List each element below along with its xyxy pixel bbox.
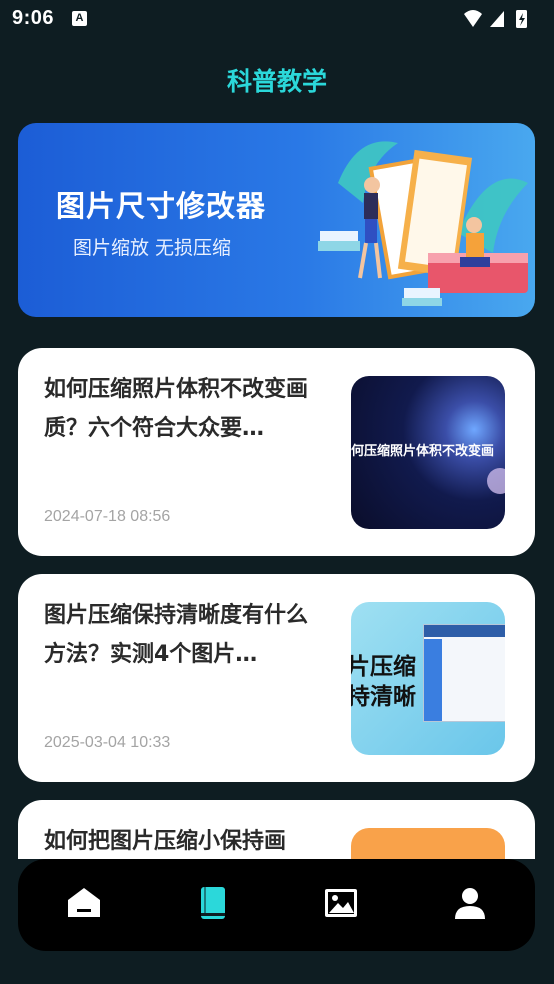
- promo-banner[interactable]: 图片尺寸修改器 图片缩放 无损压缩: [18, 123, 535, 317]
- app-screenshot-graphic: [423, 624, 505, 722]
- status-icons: [462, 8, 532, 30]
- nav-image[interactable]: [321, 883, 361, 923]
- article-thumbnail: [351, 828, 505, 859]
- banner-title: 图片尺寸修改器: [56, 189, 267, 223]
- article-title: 如何把图片压缩小保持画: [44, 829, 287, 854]
- article-card[interactable]: 如何把图片压缩小保持画: [18, 800, 535, 859]
- article-thumbnail: 何压缩照片体积不改变画: [351, 376, 505, 529]
- user-icon: [455, 888, 485, 919]
- a-icon: A: [72, 11, 87, 26]
- thumbnail-caption: 何压缩照片体积不改变画: [351, 444, 495, 459]
- reading-illustration: [318, 141, 528, 306]
- wifi-icon: [464, 10, 482, 27]
- article-thumbnail: 片压缩 持清晰: [351, 602, 505, 755]
- nav-home[interactable]: [64, 883, 104, 923]
- book-icon: [201, 887, 225, 919]
- signal-icon: [490, 11, 504, 27]
- status-bar: 9:06 A: [0, 0, 554, 38]
- status-time: 9:06: [12, 7, 55, 29]
- article-card[interactable]: 如何压缩照片体积不改变画质？六个符合大众要… 2024-07-18 08:56 …: [18, 348, 535, 556]
- article-title: 如何压缩照片体积不改变画质？六个符合大众要…: [44, 377, 309, 441]
- nav-tutorial[interactable]: [192, 883, 232, 923]
- nav-profile[interactable]: [450, 883, 490, 923]
- article-card[interactable]: 图片压缩保持清晰度有什么方法？实测4个图片… 2025-03-04 10:33 …: [18, 574, 535, 782]
- thumbnail-caption: 片压缩 持清晰: [351, 654, 416, 710]
- page-title: 科普教学: [226, 67, 327, 96]
- home-icon: [68, 888, 100, 917]
- moon-graphic: [487, 468, 505, 494]
- bottom-nav: [18, 859, 535, 951]
- banner-subtitle: 图片缩放 无损压缩: [73, 237, 232, 259]
- image-icon: [325, 889, 357, 917]
- article-list: 如何压缩照片体积不改变画质？六个符合大众要… 2024-07-18 08:56 …: [0, 348, 554, 859]
- article-date: 2025-03-04 10:33: [44, 734, 171, 751]
- article-title: 图片压缩保持清晰度有什么方法？实测4个图片…: [44, 603, 309, 667]
- article-date: 2024-07-18 08:56: [44, 508, 171, 525]
